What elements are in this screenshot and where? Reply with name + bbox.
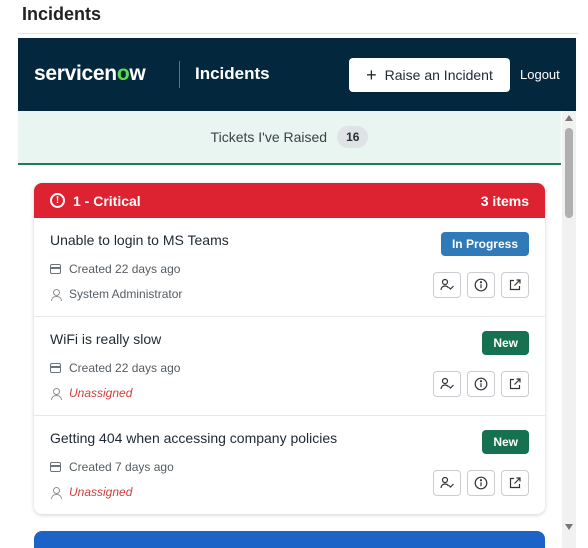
assignee-text: Unassigned <box>69 485 133 499</box>
assign-user-icon <box>440 476 454 489</box>
info-icon <box>474 476 488 490</box>
app-frame: servicenow Incidents + Raise an Incident… <box>18 38 576 548</box>
ticket-assignee: Unassigned <box>50 386 132 400</box>
logo-text-o: o <box>116 62 130 85</box>
brand-separator <box>179 61 180 88</box>
assignee-text: System Administrator <box>69 287 183 301</box>
ticket-row[interactable]: Unable to login to MS Teams In Progress … <box>34 218 545 317</box>
status-badge: New <box>482 331 529 355</box>
title-divider <box>18 33 578 34</box>
ticket-created: Created 7 days ago <box>50 460 174 474</box>
raise-incident-button[interactable]: + Raise an Incident <box>349 58 510 92</box>
info-button[interactable] <box>467 371 495 397</box>
ticket-actions <box>433 272 529 298</box>
group-item-count: 3 items <box>480 192 529 209</box>
page-title: Incidents <box>22 4 102 24</box>
assign-user-button[interactable] <box>433 470 461 496</box>
ticket-row[interactable]: Getting 404 when accessing company polic… <box>34 416 545 514</box>
ticket-actions <box>433 371 529 397</box>
logo-text-prefix: servicen <box>34 62 117 85</box>
status-badge: New <box>482 430 529 454</box>
ticket-created: Created 22 days ago <box>50 361 180 375</box>
ticket-actions <box>433 470 529 496</box>
status-badge: In Progress <box>440 232 529 256</box>
logout-link[interactable]: Logout <box>520 67 560 82</box>
raise-incident-label: Raise an Incident <box>384 67 493 83</box>
ticket-title[interactable]: WiFi is really slow <box>50 331 161 347</box>
group-header[interactable]: ! 1 - Critical 3 items <box>34 183 545 218</box>
group-label: 1 - Critical <box>73 192 141 209</box>
assign-user-button[interactable] <box>433 371 461 397</box>
info-icon <box>474 377 488 391</box>
created-text: Created 22 days ago <box>69 262 181 276</box>
vertical-scrollbar[interactable] <box>562 111 576 548</box>
scroll-down-arrow-icon[interactable] <box>565 524 573 530</box>
person-icon <box>50 486 62 499</box>
calendar-icon <box>50 363 61 373</box>
scrollbar-thumb[interactable] <box>565 128 573 218</box>
ticket-title[interactable]: Unable to login to MS Teams <box>50 232 229 248</box>
info-button[interactable] <box>467 470 495 496</box>
created-text: Created 22 days ago <box>69 361 181 375</box>
assign-user-button[interactable] <box>433 272 461 298</box>
open-ticket-button[interactable] <box>501 272 529 298</box>
open-ticket-button[interactable] <box>501 371 529 397</box>
tickets-raised-tab[interactable]: Tickets I've Raised 16 <box>18 111 561 165</box>
logo-text-suffix: w <box>129 62 146 85</box>
priority-group-critical: ! 1 - Critical 3 items Unable to login t… <box>34 183 545 514</box>
calendar-icon <box>50 462 61 472</box>
person-icon <box>50 387 62 400</box>
plus-icon: + <box>366 65 377 85</box>
alert-circle-icon: ! <box>50 193 65 208</box>
info-icon <box>474 278 488 292</box>
person-icon <box>50 288 62 301</box>
external-link-icon <box>509 378 521 390</box>
tickets-count-badge: 16 <box>337 126 369 148</box>
app-title: Incidents <box>195 64 270 83</box>
open-ticket-button[interactable] <box>501 470 529 496</box>
ticket-assignee: System Administrator <box>50 287 182 301</box>
created-text: Created 7 days ago <box>69 460 174 474</box>
assign-user-icon <box>440 377 454 390</box>
ticket-title[interactable]: Getting 404 when accessing company polic… <box>50 430 337 446</box>
scroll-up-arrow-icon[interactable] <box>565 115 573 121</box>
servicenow-logo[interactable]: servicenow <box>34 62 146 86</box>
top-navigation-bar: servicenow Incidents + Raise an Incident… <box>18 38 576 111</box>
assign-user-icon <box>440 278 454 291</box>
external-link-icon <box>509 477 521 489</box>
ticket-row[interactable]: WiFi is really slow New Created 22 days … <box>34 317 545 416</box>
external-link-icon <box>509 279 521 291</box>
assignee-text: Unassigned <box>69 386 133 400</box>
ticket-assignee: Unassigned <box>50 485 132 499</box>
ticket-created: Created 22 days ago <box>50 262 180 276</box>
priority-group-next-header[interactable] <box>34 531 545 548</box>
tickets-raised-label: Tickets I've Raised <box>210 129 328 145</box>
calendar-icon <box>50 264 61 274</box>
info-button[interactable] <box>467 272 495 298</box>
